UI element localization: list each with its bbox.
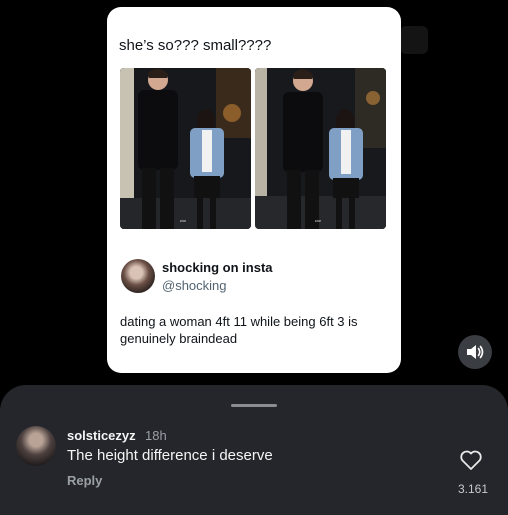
sheet-drag-handle[interactable]	[231, 404, 277, 407]
quoted-tweet-text: dating a woman 4ft 11 while being 6ft 3 …	[120, 314, 358, 346]
volume-toggle-button[interactable]	[458, 335, 492, 369]
quoted-user-display-name[interactable]: shocking on insta	[162, 260, 273, 275]
quoted-user-avatar[interactable]	[121, 259, 155, 293]
reply-button[interactable]: Reply	[67, 473, 102, 488]
comment-text: The height difference i deserve	[67, 447, 273, 464]
comments-sheet: solsticezyz 18h The height difference i …	[0, 385, 508, 515]
like-button[interactable]	[459, 449, 483, 471]
comment-timestamp: 18h	[145, 428, 167, 443]
commenter-username[interactable]: solsticezyz	[67, 428, 136, 443]
svg-text:ᵉᵗᵃʳ: ᵉᵗᵃʳ	[180, 219, 187, 225]
post-image-right[interactable]: ᵉᵗᵃʳ	[255, 68, 386, 229]
shared-post-card[interactable]: she’s so??? small???? ᵉᵗᵃʳ ᵉᵗᵃʳ shocking…	[107, 7, 401, 373]
heart-icon	[460, 450, 482, 470]
post-caption: she’s so??? small????	[119, 37, 272, 54]
commenter-avatar[interactable]	[16, 426, 56, 466]
svg-text:ᵉᵗᵃʳ: ᵉᵗᵃʳ	[315, 219, 322, 225]
quoted-user-handle[interactable]: @shocking	[162, 278, 227, 293]
speaker-volume-icon	[467, 345, 484, 359]
like-count: 3.161	[457, 482, 488, 496]
post-image-left[interactable]: ᵉᵗᵃʳ	[120, 68, 251, 229]
